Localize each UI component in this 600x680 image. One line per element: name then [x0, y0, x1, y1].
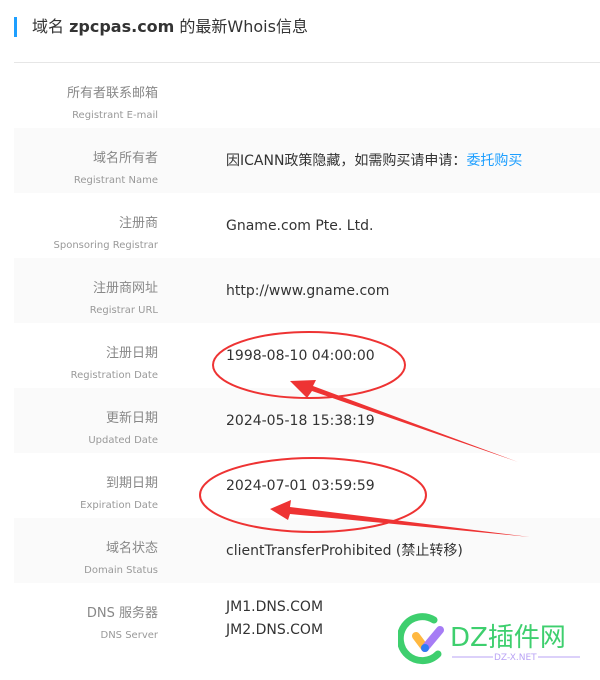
svg-text:DZ-X.NET: DZ-X.NET: [494, 653, 537, 663]
svg-text:DZ插件网: DZ插件网: [450, 623, 566, 653]
arrow-registration: [290, 380, 518, 462]
annotation-overlay: [199, 331, 530, 537]
watermark-logo: DZ插件网 DZ-X.NET: [396, 612, 588, 672]
